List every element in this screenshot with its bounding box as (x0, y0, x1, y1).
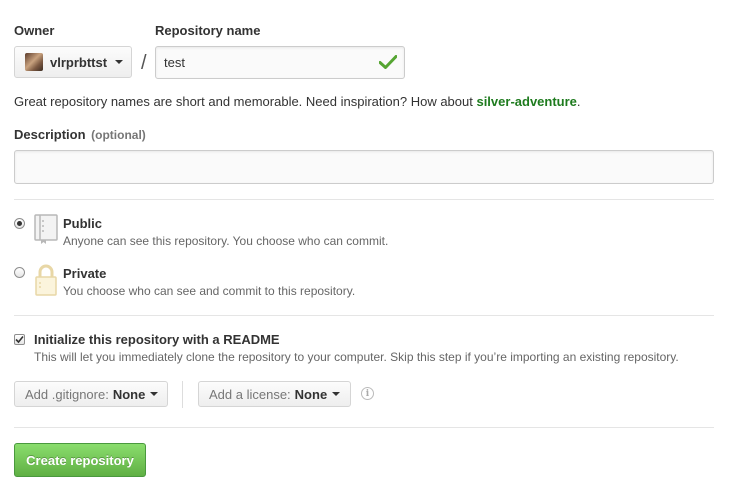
avatar (25, 53, 43, 71)
divider (14, 427, 714, 428)
gitignore-dropdown[interactable]: Add .gitignore: None (14, 381, 168, 407)
gitignore-value: None (112, 386, 146, 402)
public-title: Public (63, 216, 103, 231)
name-suggestion-link[interactable]: silver-adventure (476, 94, 576, 109)
vertical-divider (182, 381, 183, 408)
hint-text: Great repository names are short and mem… (14, 94, 477, 109)
description-label: Description (14, 127, 86, 142)
divider (14, 199, 714, 200)
divider (14, 315, 714, 316)
create-repository-button[interactable]: Create repository (14, 443, 146, 477)
valid-check-icon (379, 55, 397, 69)
license-value: None (294, 386, 328, 402)
license-label: Add a license: (209, 386, 291, 402)
lock-icon (35, 264, 57, 296)
optional-tag: (optional) (91, 128, 146, 142)
license-dropdown[interactable]: Add a license: None (198, 381, 351, 407)
info-icon[interactable]: i (361, 387, 374, 400)
description-input[interactable] (14, 150, 714, 184)
radio-public[interactable] (14, 218, 25, 229)
repo-name-label: Repository name (155, 23, 261, 38)
repo-name-hint: Great repository names are short and mem… (14, 94, 581, 109)
repo-book-icon (34, 214, 58, 244)
repo-name-input[interactable] (155, 46, 405, 79)
public-note: Anyone can see this repository. You choo… (63, 234, 389, 248)
radio-private[interactable] (14, 267, 25, 278)
chevron-down-icon (150, 392, 159, 396)
owner-username: vlrprbttst (50, 54, 108, 70)
gitignore-label: Add .gitignore: (25, 386, 109, 402)
owner-repo-separator: / (141, 52, 147, 74)
private-note: You choose who can see and commit to thi… (63, 284, 356, 298)
readme-title: Initialize this repository with a README (34, 332, 280, 347)
readme-checkbox[interactable] (14, 334, 25, 345)
checkmark-icon (15, 335, 24, 344)
private-title: Private (63, 266, 107, 281)
owner-dropdown[interactable]: vlrprbttst (14, 46, 132, 78)
readme-note: This will let you immediately clone the … (34, 350, 679, 364)
hint-suffix: . (576, 94, 581, 109)
chevron-down-icon (115, 60, 124, 64)
owner-label: Owner (14, 23, 55, 38)
chevron-down-icon (332, 392, 341, 396)
description-label-row: Description (optional) (14, 127, 146, 142)
